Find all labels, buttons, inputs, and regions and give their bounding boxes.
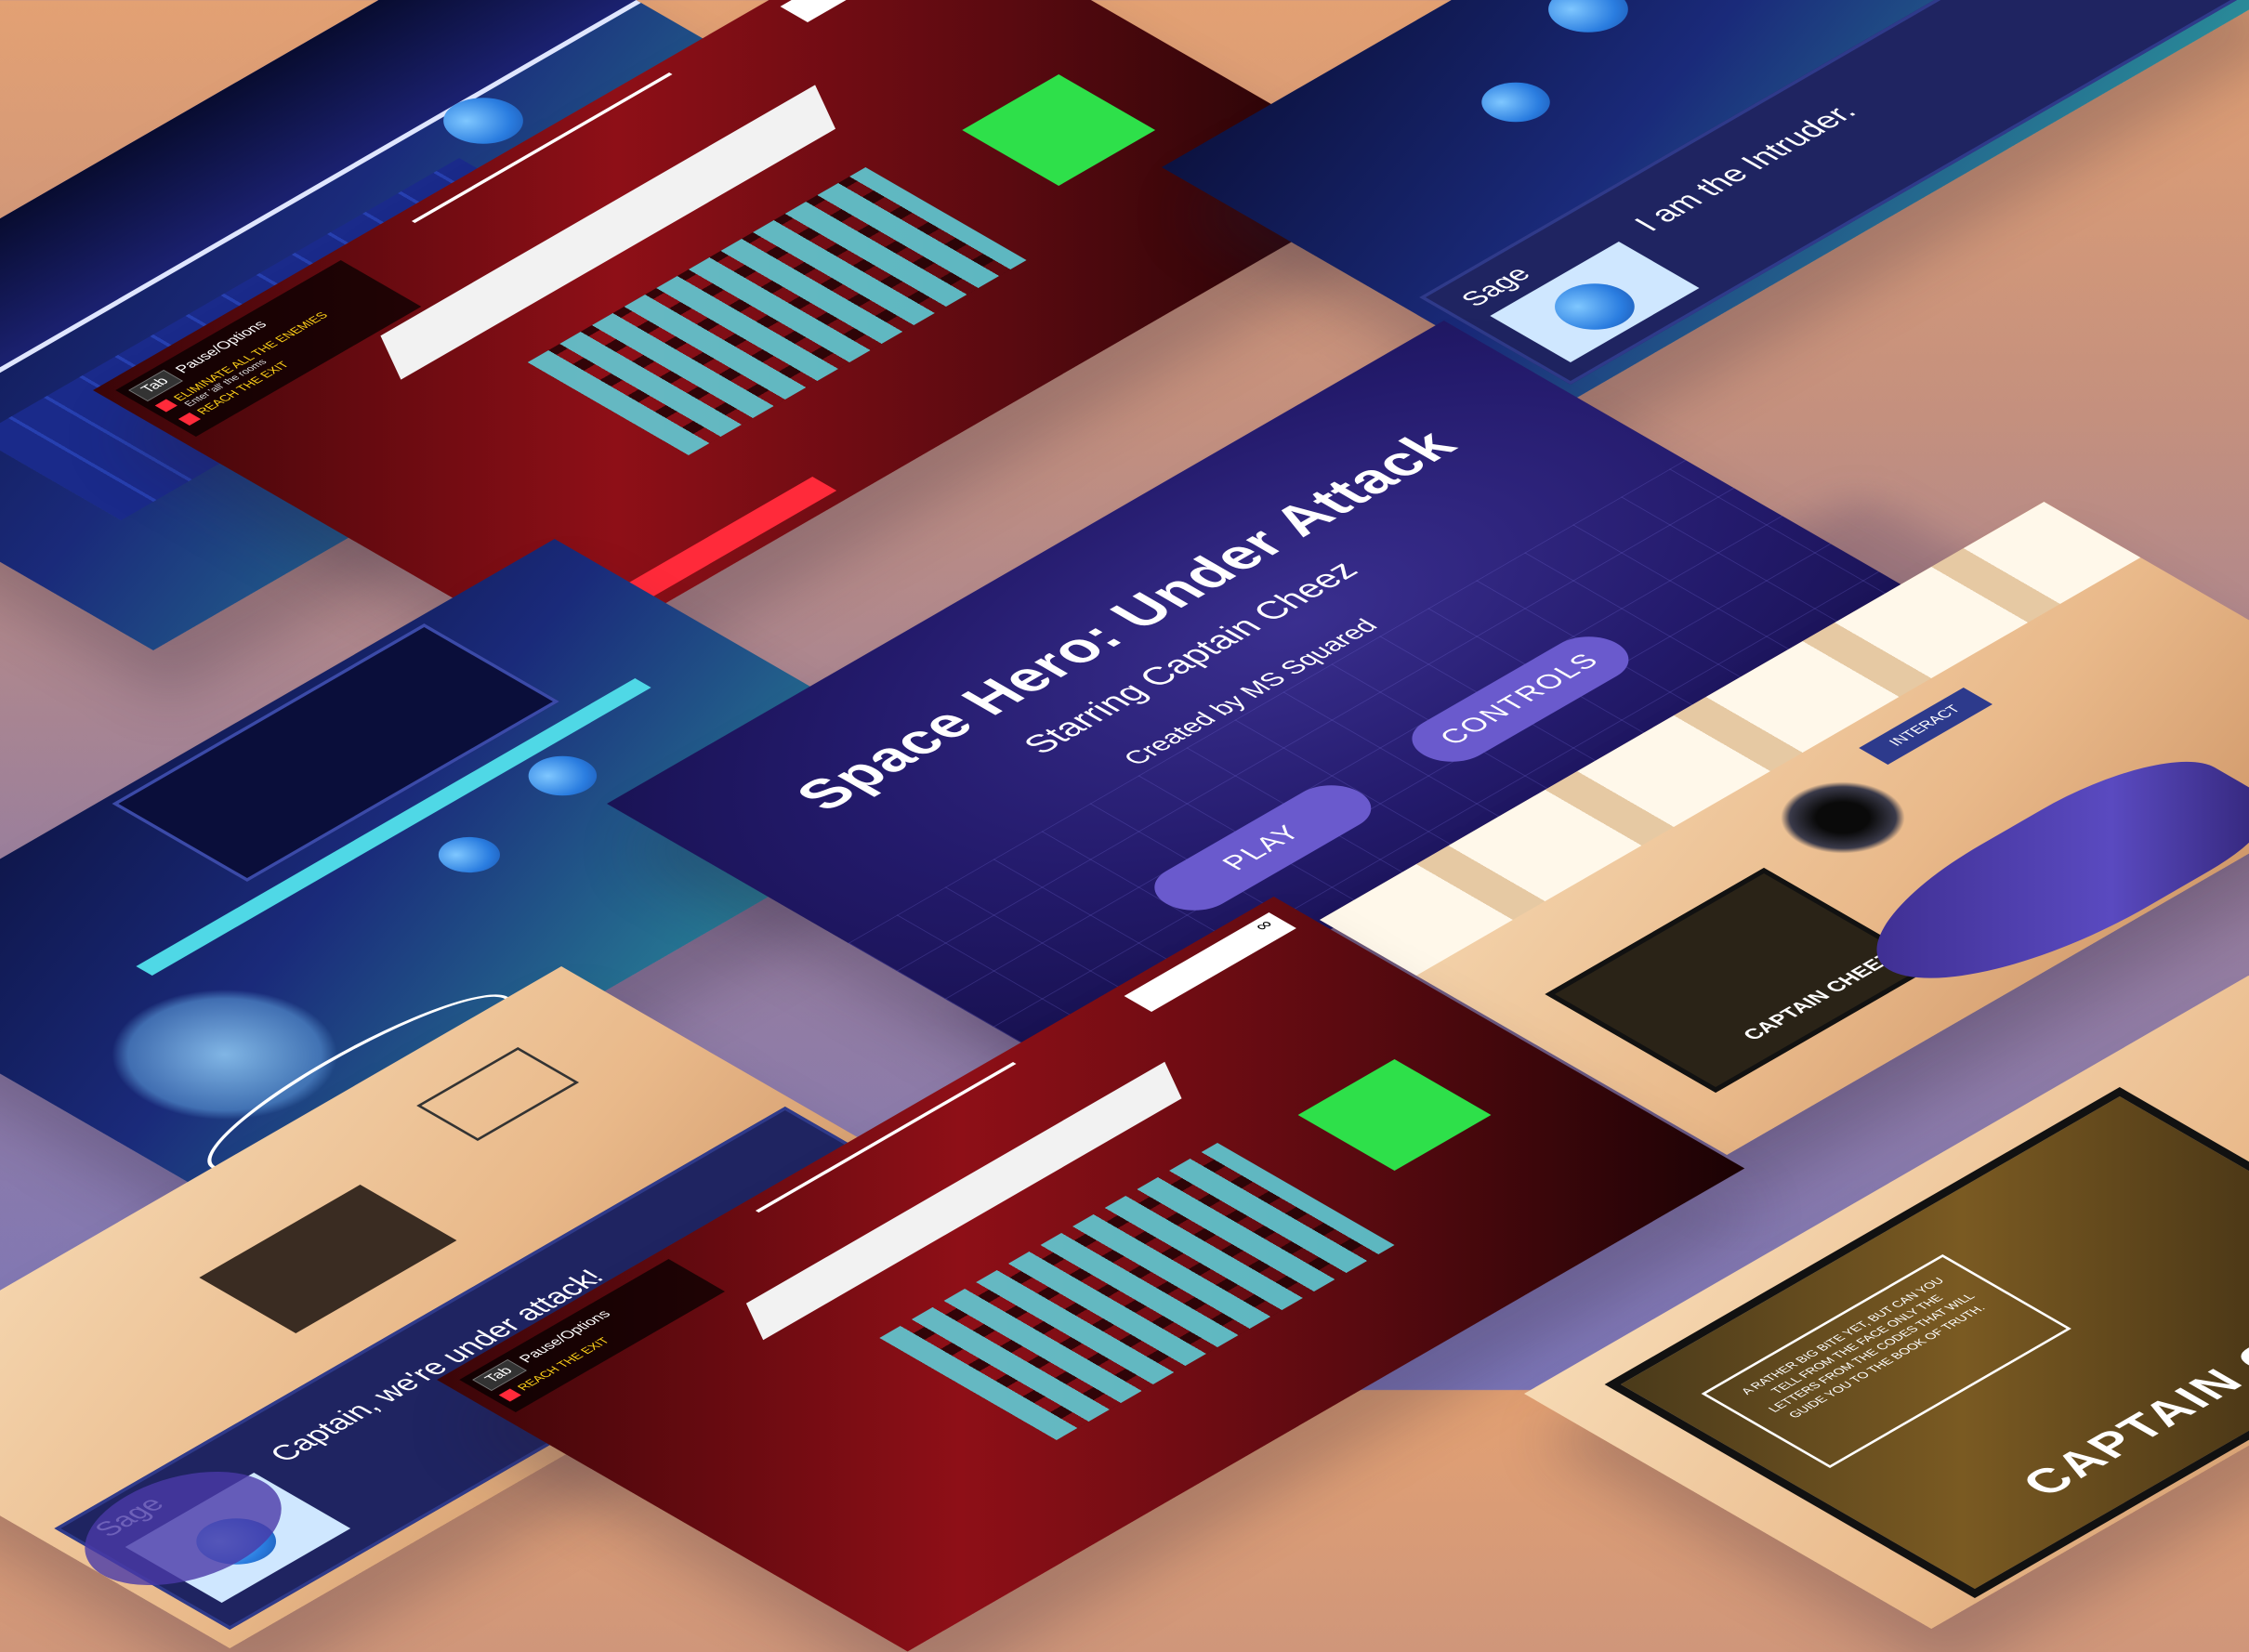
dialog-line: I am the Intruder. <box>1626 98 1865 236</box>
poster-quote-frame: A RATHER BIG BITE YET, BUT CAN YOU TELL … <box>1701 1254 2071 1468</box>
speaker-portrait <box>1490 242 1700 362</box>
wall-poster: CAPTAIN CHEEZ <box>1545 868 1935 1093</box>
crew-blob <box>1532 0 1645 42</box>
poster-quote: A RATHER BIG BITE YET, BUT CAN YOU TELL … <box>1737 1275 1988 1421</box>
screenshot-intruder-dialog: Sage I am the Intruder. <box>1162 0 2249 402</box>
chair <box>416 1047 580 1141</box>
objective-icon <box>178 412 201 426</box>
poster-brand: CAPTAIN CHEEZ <box>2010 1264 2249 1503</box>
interact-label: INTERACT <box>1886 703 1965 749</box>
crew-blob <box>426 830 513 880</box>
poster-brand: CAPTAIN CHEEZ <box>1737 950 1900 1043</box>
dialog-box: Sage I am the Intruder. <box>1419 0 2249 385</box>
green-panel <box>1297 1059 1492 1171</box>
crew-blob <box>1467 74 1564 130</box>
ammo-box: ∞ <box>780 0 953 22</box>
sage-avatar <box>1538 274 1651 339</box>
desk <box>199 1185 457 1333</box>
portal-ring <box>1754 767 1932 869</box>
ammo-count: ∞ <box>1249 917 1279 935</box>
green-panel <box>962 74 1156 186</box>
